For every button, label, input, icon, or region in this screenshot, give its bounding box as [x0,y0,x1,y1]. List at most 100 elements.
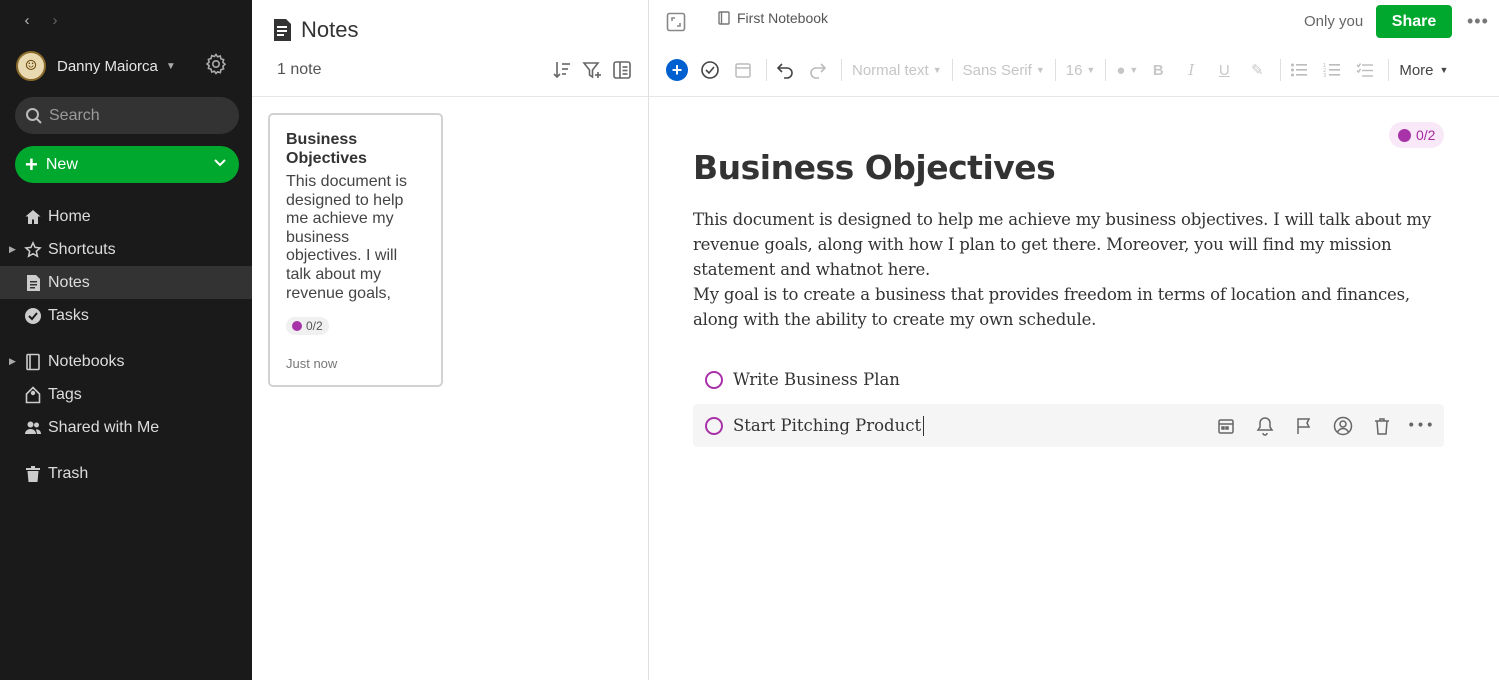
tag-icon [24,385,42,404]
note-icon [24,274,42,292]
toolbar-divider [841,59,842,81]
share-button[interactable]: Share [1376,5,1452,38]
svg-text:3: 3 [1323,73,1326,78]
sidebar-item-shared[interactable]: Shared with Me [0,411,252,444]
view-options-icon[interactable] [612,60,632,80]
more-label: More [1399,61,1434,79]
task-actions: ••• [1215,404,1434,447]
note-card-snippet: This document is designed to help me ach… [286,173,407,304]
italic-icon[interactable]: I [1177,55,1205,85]
note-title[interactable]: Business Objectives [693,148,1056,187]
task-check-icon [24,307,42,325]
chevron-down-icon: ▼ [932,65,942,75]
user-name: Danny Maiorca [57,57,158,75]
undo-icon[interactable] [771,55,799,85]
people-icon [24,419,42,437]
task-label[interactable]: Start Pitching Product [733,416,921,435]
search-input[interactable] [49,106,219,125]
task-label[interactable]: Write Business Plan [733,370,900,389]
expand-icon[interactable] [666,12,686,32]
task-checkbox[interactable] [705,370,723,389]
back-arrow-icon[interactable]: ‹ [18,12,36,29]
toolbar-divider [1054,59,1056,81]
note-list-title: Notes [272,17,358,43]
search-box[interactable] [15,97,239,134]
notebook-selector[interactable]: First Notebook [717,10,828,26]
sidebar-item-label: Shared with Me [48,418,160,436]
plus-icon: + [25,151,38,177]
insert-button[interactable]: + [663,55,691,85]
note-paragraph[interactable]: My goal is to create a business that pro… [693,282,1433,332]
bulleted-list-icon[interactable] [1285,55,1313,85]
note-card-timestamp: Just now [286,356,338,371]
note-list-panel: Notes 1 note Business Objectives This do… [252,0,649,680]
task-item[interactable]: Start Pitching Product ••• [693,404,1444,447]
more-formatting-dropdown[interactable]: More ▼ [1399,62,1448,79]
notebook-icon [24,353,42,371]
note-card-title: Business Objectives [286,131,367,167]
redo-icon[interactable] [804,55,832,85]
chevron-down-icon: ▼ [1035,65,1045,75]
sidebar-item-label: Notebooks [48,352,125,370]
more-options-icon[interactable]: ••• [1467,11,1489,32]
history-nav: ‹ › [18,12,64,29]
more-options-icon[interactable]: ••• [1407,415,1434,437]
sidebar-item-tasks[interactable]: Tasks [0,299,252,332]
chevron-down-icon[interactable] [213,156,227,170]
forward-arrow-icon[interactable]: › [46,12,64,29]
sidebar-item-label: Tags [48,385,82,403]
calendar-icon[interactable] [729,55,757,85]
task-item[interactable]: Write Business Plan [693,358,1444,401]
bell-icon[interactable] [1254,415,1276,437]
checklist-icon[interactable] [1351,55,1379,85]
flag-icon[interactable] [1293,415,1315,437]
font-size-value: 16 [1065,61,1083,79]
task-check-icon [1398,128,1411,142]
account-switcher[interactable]: ☺ Danny Maiorca ▼ [16,50,240,82]
expand-arrow-icon[interactable]: ▶ [9,356,16,367]
search-icon [26,107,42,124]
numbered-list-icon[interactable]: 123 [1318,55,1346,85]
task-checkbox-icon[interactable] [696,55,724,85]
chevron-down-icon: ▼ [1129,65,1139,75]
font-size-dropdown[interactable]: 16 ▼ [1066,62,1096,79]
bold-icon[interactable]: B [1144,55,1172,85]
new-button-label: New [45,155,78,173]
note-list-header: Notes 1 note [252,0,648,97]
sidebar-item-label: Notes [48,273,90,291]
sidebar-item-home[interactable]: Home [0,200,252,233]
font-family-value: Sans Serif [962,61,1032,79]
underline-icon[interactable]: U [1210,55,1238,85]
sidebar-item-label: Home [48,207,91,225]
note-card[interactable]: Business Objectives This document is des… [268,113,443,387]
sidebar-item-notebooks[interactable]: ▶ Notebooks [0,345,252,378]
task-progress-pill[interactable]: 0/2 [1389,122,1445,148]
avatar: ☺ [16,51,46,81]
sidebar-nav: Home ▶ Shortcuts Notes Tasks ▶ Notebooks… [0,200,252,490]
font-family-dropdown[interactable]: Sans Serif ▼ [963,62,1045,79]
star-icon [24,240,42,259]
note-list-tools [552,60,632,80]
text-style-dropdown[interactable]: Normal text ▼ [852,62,942,79]
expand-arrow-icon[interactable]: ▶ [9,244,16,255]
sidebar-item-shortcuts[interactable]: ▶ Shortcuts [0,233,252,266]
toolbar-divider [766,59,767,81]
task-checkbox[interactable] [705,416,723,435]
sidebar-item-trash[interactable]: Trash [0,457,252,490]
text-color-dropdown[interactable]: ● ▼ [1116,62,1138,79]
highlight-icon[interactable]: ✎ [1243,55,1271,85]
filter-icon[interactable] [582,60,602,80]
note-paragraph[interactable]: This document is designed to help me ach… [693,207,1433,282]
calendar-icon[interactable] [1215,415,1237,437]
sort-icon[interactable] [552,60,572,80]
home-icon [24,208,42,226]
note-count: 1 note [277,61,322,78]
trash-icon[interactable] [1371,415,1393,437]
sidebar-item-tags[interactable]: Tags [0,378,252,411]
toolbar-divider [1105,59,1107,81]
assign-user-icon[interactable] [1332,415,1354,437]
sidebar-item-label: Tasks [48,306,89,324]
sidebar-item-notes[interactable]: Notes [0,266,252,299]
gear-icon[interactable] [204,52,228,76]
new-button[interactable]: + New [15,146,239,183]
